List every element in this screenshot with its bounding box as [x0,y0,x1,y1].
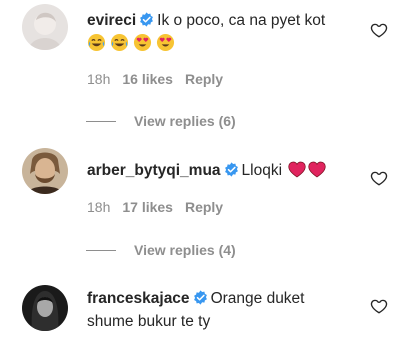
laugh-cry-emoji [110,33,129,52]
comment-meta: 18h 16 likes Reply [87,71,235,87]
comment-text-line-2: shume bukur te ty [87,312,210,332]
username[interactable]: franceskajace [87,290,190,307]
like-heart-icon[interactable] [370,297,388,315]
divider [86,250,116,251]
comment-text-line: arber_bytyqi_mua Lloqki [87,161,326,181]
view-replies-button[interactable]: View replies (4) [86,242,236,258]
reply-button[interactable]: Reply [185,71,223,87]
view-replies-button[interactable]: View replies (6) [86,113,236,129]
verified-badge-icon [224,162,238,177]
like-heart-icon[interactable] [370,169,388,187]
divider [86,121,116,122]
comment-emojis [87,33,179,55]
avatar[interactable] [22,285,68,331]
red-heart-emoji [288,161,306,178]
username[interactable]: evireci [87,12,136,29]
reply-button[interactable]: Reply [185,199,223,215]
avatar[interactable] [22,4,68,50]
verified-badge-icon [140,12,154,27]
likes-count[interactable]: 17 likes [122,199,173,215]
laugh-cry-emoji [87,33,106,52]
username[interactable]: arber_bytyqi_mua [87,162,221,179]
comment-text-line: franceskajace Orange duket [87,289,305,309]
comment-body: Orange duket [210,290,305,307]
comment-meta: 18h 17 likes Reply [87,199,235,215]
timestamp: 18h [87,71,111,87]
likes-count[interactable]: 16 likes [122,71,173,87]
comment-text-line: evireci Ik o poco, ca na pyet kot [87,11,325,31]
comment-body: Lloqki [241,162,283,179]
like-heart-icon[interactable] [370,21,388,39]
heart-eyes-emoji [156,33,175,52]
view-replies-label: View replies (4) [134,242,236,258]
verified-badge-icon [193,290,207,305]
timestamp: 18h [87,199,111,215]
view-replies-label: View replies (6) [134,113,236,129]
comment-body: Ik o poco, ca na pyet kot [157,12,326,29]
avatar[interactable] [22,148,68,194]
heart-eyes-emoji [133,33,152,52]
comment-body-continued: shume bukur te ty [87,313,211,330]
red-heart-emoji [308,161,326,178]
